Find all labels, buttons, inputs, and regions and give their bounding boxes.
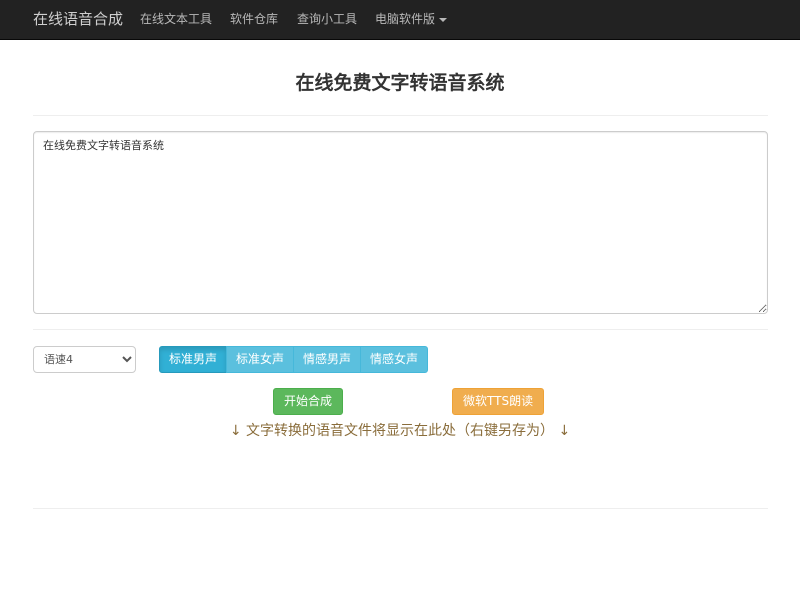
voice-button-standard-male[interactable]: 标准男声 [159,346,228,373]
nav-item-desktop-dropdown[interactable]: 电脑软件版 [375,0,448,40]
start-synthesis-button[interactable]: 开始合成 [273,388,344,415]
divider [33,508,768,509]
divider [33,115,768,116]
voice-button-group: 标准男声 标准女声 情感男声 情感女声 [159,346,429,373]
nav-item-desktop-label: 电脑软件版 [375,12,436,26]
voice-button-emotional-female[interactable]: 情感女声 [360,346,429,373]
caret-down-icon [439,17,448,22]
text-input-area[interactable]: 在线免费文字转语音系统 [33,131,768,314]
brand-link[interactable]: 在线语音合成 [33,0,123,40]
page-title: 在线免费文字转语音系统 [295,72,505,94]
nav-item-text-tools[interactable]: 在线文本工具 [140,0,212,40]
nav-item-software-repo[interactable]: 软件仓库 [230,0,278,40]
voice-button-standard-female[interactable]: 标准女声 [226,346,295,373]
speed-select[interactable]: 语速4 [33,346,136,373]
divider [33,329,768,330]
voice-button-emotional-male[interactable]: 情感男声 [293,346,362,373]
audio-output-hint: ↓ 文字转换的语音文件将显示在此处（右键另存为） ↓ [229,423,571,439]
nav-item-query-tools[interactable]: 查询小工具 [297,0,357,40]
top-navbar: 在线语音合成 在线文本工具 软件仓库 查询小工具 电脑软件版 [0,0,800,40]
microsoft-tts-button[interactable]: 微软TTS朗读 [452,388,545,415]
